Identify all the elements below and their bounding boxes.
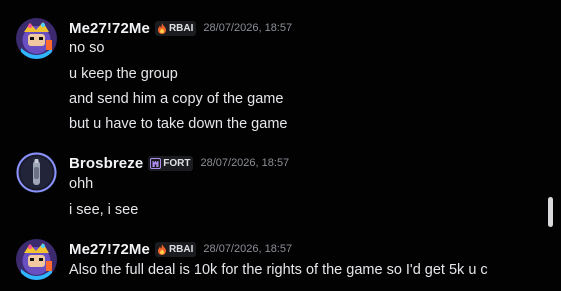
server-tag[interactable]: RBAI (154, 241, 197, 257)
message-text: i see, i see (69, 202, 139, 218)
avatar[interactable] (16, 18, 57, 59)
server-tag[interactable]: FORT (148, 155, 194, 171)
message-text: Also the full deal is 10k for the rights… (69, 262, 488, 278)
fire-icon (157, 243, 166, 255)
avatar[interactable] (16, 239, 57, 280)
username[interactable]: Brosbreze (69, 155, 143, 172)
server-tag[interactable]: RBAI (154, 20, 197, 36)
message-header: Me27!72Me RBAI 28/07/2026, 18:57 (69, 240, 292, 258)
chat-messages-area: Me27!72Me RBAI 28/07/2026, 18:57 no so u… (0, 0, 561, 291)
server-tag-label: FORT (163, 157, 191, 169)
message-text: and send him a copy of the game (69, 91, 284, 107)
message-text: u keep the group (69, 66, 178, 82)
timestamp[interactable]: 28/07/2026, 18:57 (200, 157, 289, 169)
scrollbar-thumb[interactable] (548, 197, 553, 227)
message-text: but u have to take down the game (69, 116, 288, 132)
username[interactable]: Me27!72Me (69, 20, 150, 37)
message-header: Me27!72Me RBAI 28/07/2026, 18:57 (69, 19, 292, 37)
message-text: no so (69, 40, 105, 56)
message-header: Brosbreze FORT 28/07/2026, 18:57 (69, 154, 289, 172)
timestamp[interactable]: 28/07/2026, 18:57 (203, 243, 292, 255)
castle-icon (150, 157, 162, 169)
server-tag-label: RBAI (168, 243, 194, 255)
username[interactable]: Me27!72Me (69, 241, 150, 258)
message-text: ohh (69, 176, 94, 192)
timestamp[interactable]: 28/07/2026, 18:57 (203, 22, 292, 34)
avatar[interactable] (16, 152, 57, 193)
server-tag-label: RBAI (168, 22, 194, 34)
fire-icon (157, 22, 166, 34)
